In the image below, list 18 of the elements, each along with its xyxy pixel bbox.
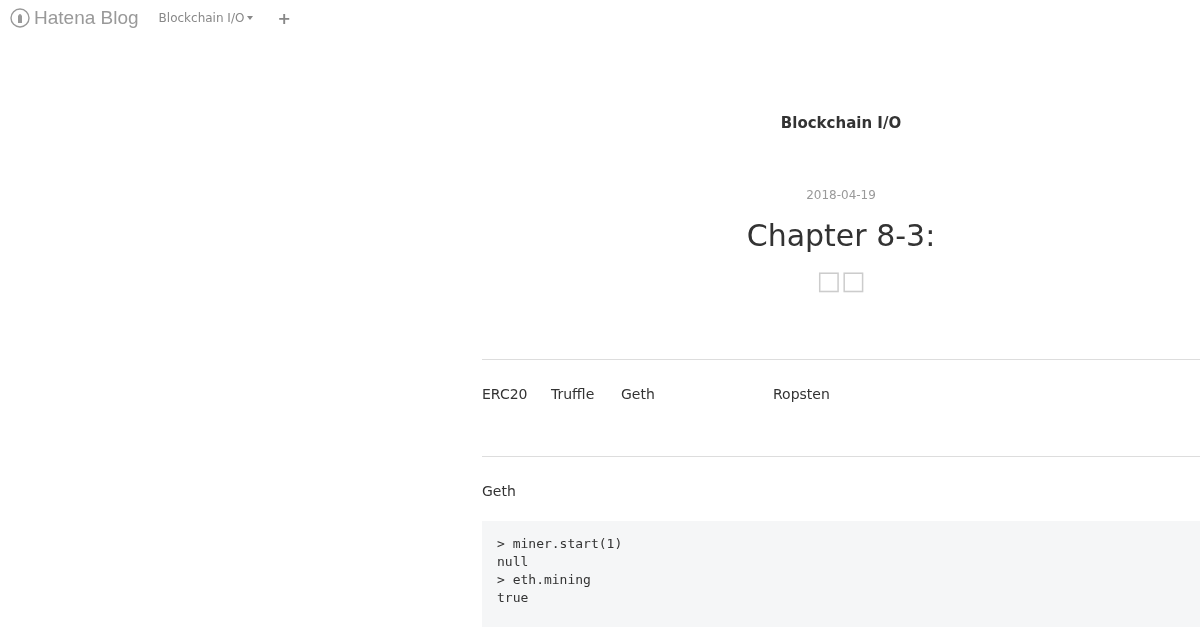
code-line: null [497, 553, 529, 571]
intro-word: ERC20 [482, 385, 528, 404]
intro-word: Geth [621, 385, 655, 404]
code-line: > miner.start(1) [497, 535, 623, 553]
code-line: true [497, 589, 529, 607]
entry-date[interactable]: 2018-04-19 [482, 186, 1200, 204]
hatena-blog-logo[interactable]: Hatena Blog [10, 7, 139, 29]
caret-icon [247, 16, 254, 20]
entry-title: □□ [815, 264, 867, 297]
add-button[interactable]: + [277, 8, 291, 28]
paragraph: Geth [482, 482, 517, 501]
logo-icon [10, 8, 30, 28]
blog-menu[interactable]: Blockchain I/O [158, 11, 254, 25]
blog-title[interactable]: Blockchain I/O [482, 112, 1200, 134]
entry-title: Chapter 8-3: [745, 217, 937, 255]
intro-word: Ropsten [773, 385, 830, 404]
code-line: > eth.mining [497, 571, 591, 589]
intro-word: Truffle [551, 385, 595, 404]
